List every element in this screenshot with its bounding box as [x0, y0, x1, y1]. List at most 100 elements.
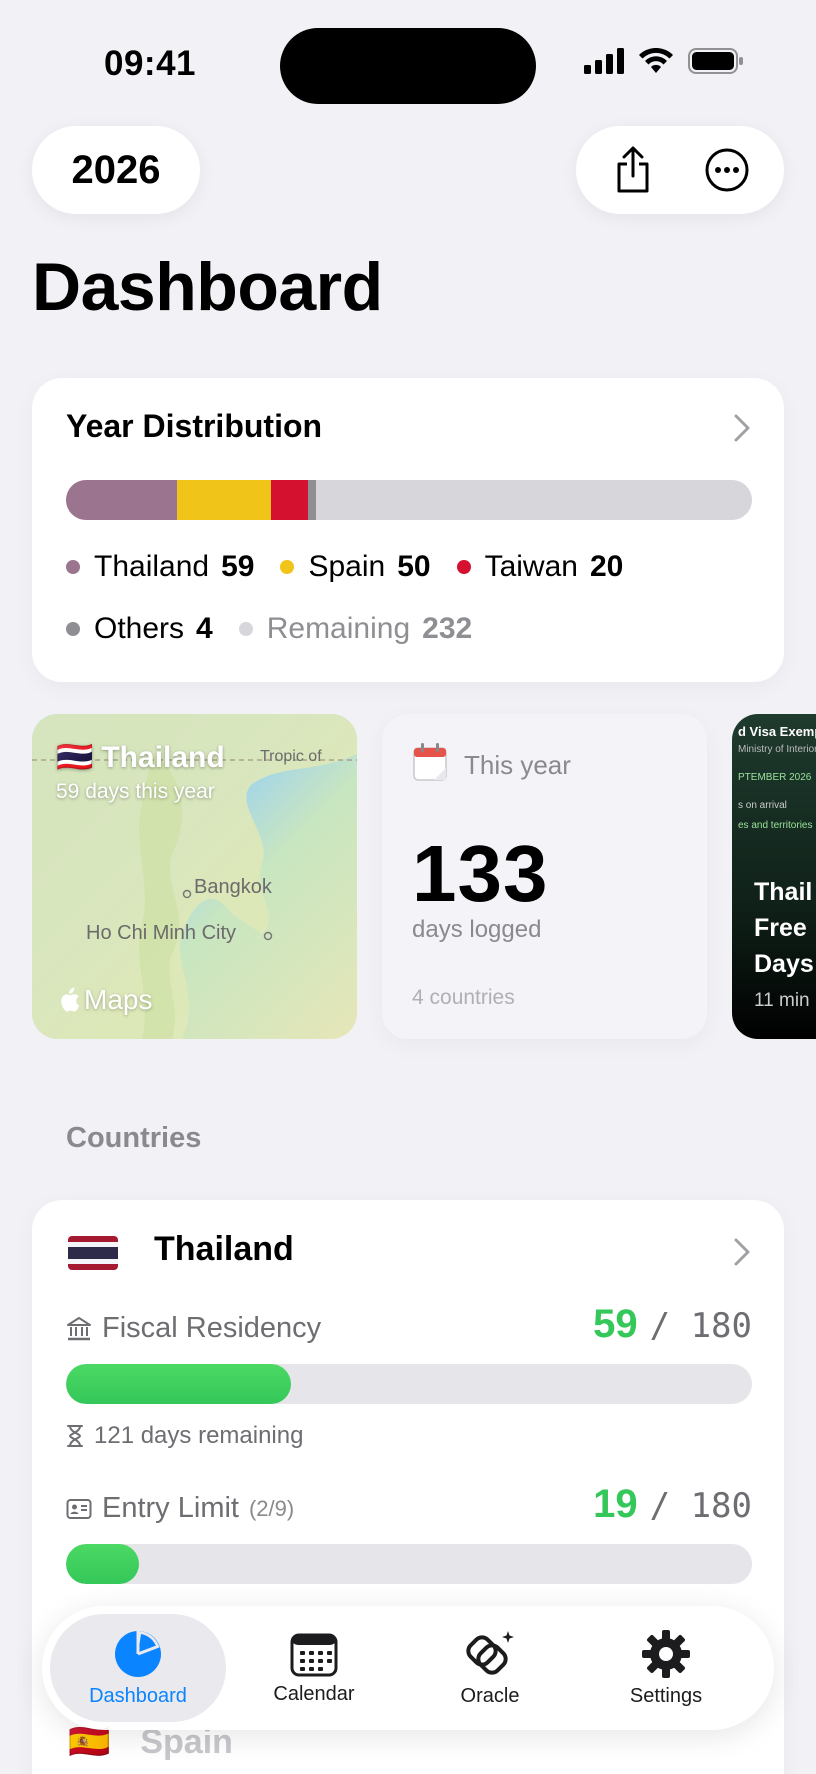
chevron-right-icon [734, 414, 750, 442]
legend-item-others: Others 4 [66, 612, 213, 646]
status-time: 09:41 [104, 44, 197, 83]
thailand-flag-icon: 🇹🇭 [56, 741, 94, 774]
distribution-segment-taiwan [270, 480, 309, 520]
legend-label: Remaining [266, 612, 411, 645]
map-country-name: Thailand [101, 740, 225, 774]
legend-row-2: Others 4 Remaining 232 [66, 612, 498, 646]
news-headline: Free [754, 914, 807, 942]
entry-progress-fill [66, 1544, 139, 1584]
share-icon [617, 146, 649, 193]
legend-label: Others [94, 612, 185, 645]
cellular-signal-icon [584, 48, 624, 74]
year-distribution-card[interactable]: Year Distribution Thailand 59 Spain 50 T… [32, 378, 784, 682]
tab-settings[interactable]: Settings [578, 1614, 754, 1722]
year-summary-label: This year [464, 750, 571, 780]
legend-item-thailand: Thailand 59 [66, 550, 254, 584]
dynamic-island [280, 28, 536, 104]
tab-dashboard[interactable]: Dashboard [50, 1614, 226, 1722]
year-summary-card[interactable]: This year 133 days logged 4 countries [382, 714, 707, 1039]
year-summary-unit: days logged [412, 916, 542, 943]
battery-icon [688, 48, 743, 74]
thailand-flag-icon [68, 1236, 118, 1270]
country-map-card[interactable]: 🇹🇭 Thailand 59 days this year Tropic of … [32, 714, 357, 1039]
year-selector-button[interactable]: 2026 [32, 126, 200, 214]
map-card-subtitle: 59 days this year [56, 780, 215, 803]
wifi-icon [639, 48, 673, 73]
news-header-text: d Visa Exemp [738, 724, 816, 739]
fiscal-days-limit: / 180 [649, 1306, 752, 1346]
map-card-title: 🇹🇭 Thailand [56, 740, 225, 775]
distribution-segment-spain [176, 480, 271, 520]
entry-days-limit: / 180 [649, 1486, 752, 1526]
legend-value: 232 [422, 612, 473, 645]
pie-chart-icon [115, 1630, 161, 1677]
legend-value: 50 [397, 550, 431, 583]
entry-count: (2/9) [248, 1495, 295, 1521]
id-card-icon [66, 1498, 92, 1519]
legend-value: 59 [221, 550, 255, 583]
calendar-icon [290, 1633, 338, 1676]
distribution-segment-thailand [66, 480, 177, 520]
calendar-page-icon [413, 743, 447, 781]
year-summary-footer: 4 countries [412, 986, 515, 1009]
fiscal-residency-progress [66, 1364, 752, 1404]
chevron-right-icon [734, 1238, 750, 1266]
map-label-tropic: Tropic of [260, 748, 322, 765]
tab-calendar-label: Calendar [273, 1682, 355, 1705]
entry-days-count: 19 [593, 1482, 638, 1526]
news-article-card[interactable]: d Visa Exemp Ministry of Interior PTEMBE… [732, 714, 816, 1039]
countries-section-title: Countries [66, 1122, 202, 1154]
country-name: Thailand [154, 1230, 294, 1268]
news-line: Ministry of Interior [738, 744, 816, 755]
entry-limit-value: 19 / 180 [593, 1482, 752, 1527]
page-title: Dashboard [32, 249, 383, 325]
year-summary-value: 133 [412, 829, 549, 918]
fiscal-residency-label: Fiscal Residency [66, 1312, 321, 1345]
header-actions [576, 126, 784, 214]
legend-item-spain: Spain 50 [280, 550, 431, 584]
fiscal-remaining: 121 days remaining [66, 1422, 303, 1450]
tab-settings-label: Settings [629, 1684, 703, 1707]
news-read-time: 11 min [754, 990, 810, 1011]
news-line: s on arrival [738, 800, 787, 811]
legend-label: Spain [308, 550, 386, 583]
legend-item-remaining: Remaining 232 [238, 612, 473, 646]
tab-oracle-label: Oracle [460, 1684, 520, 1707]
sparkle-knot-icon [466, 1630, 514, 1675]
legend-label: Taiwan [484, 550, 578, 583]
apple-logo-icon [61, 987, 80, 1012]
year-distribution-title: Year Distribution [66, 408, 323, 444]
map-city-hcmc: Ho Chi Minh City [86, 922, 237, 944]
tab-bar: Dashboard Calendar Oracle Settings [42, 1606, 774, 1730]
tab-calendar[interactable]: Calendar [226, 1614, 402, 1722]
legend-item-taiwan: Taiwan 20 [456, 550, 624, 584]
map-city-bangkok: Bangkok [194, 876, 272, 898]
legend-label: Thailand [94, 550, 210, 583]
legend-value: 20 [589, 550, 624, 583]
entry-limit-text: Entry Limit [102, 1492, 239, 1524]
hourglass-icon [67, 1425, 83, 1447]
fiscal-residency-text: Fiscal Residency [102, 1312, 322, 1344]
news-line: es and territories [738, 820, 813, 831]
fiscal-progress-fill [66, 1364, 291, 1404]
fiscal-days-count: 59 [593, 1302, 638, 1346]
maps-brand-text: Maps [84, 984, 153, 1015]
fiscal-remaining-text: 121 days remaining [94, 1422, 304, 1449]
news-headline: Thail [754, 878, 813, 906]
more-options-button[interactable] [697, 140, 757, 200]
legend-dot [280, 560, 295, 574]
distribution-segment-others [308, 480, 316, 520]
ellipsis-circle-icon [705, 148, 749, 192]
legend-dot [456, 560, 471, 574]
tab-dashboard-label: Dashboard [89, 1684, 187, 1707]
legend-dot [66, 560, 80, 574]
tab-oracle[interactable]: Oracle [402, 1614, 578, 1722]
year-distribution-bar [66, 480, 752, 520]
entry-limit-label: Entry Limit (2/9) [66, 1492, 294, 1525]
news-line: PTEMBER 2026 [738, 772, 812, 783]
bank-building-icon [67, 1316, 91, 1340]
entry-limit-progress [66, 1544, 752, 1584]
share-button[interactable] [603, 140, 663, 200]
gear-icon [642, 1629, 690, 1678]
legend-value: 4 [196, 612, 213, 645]
